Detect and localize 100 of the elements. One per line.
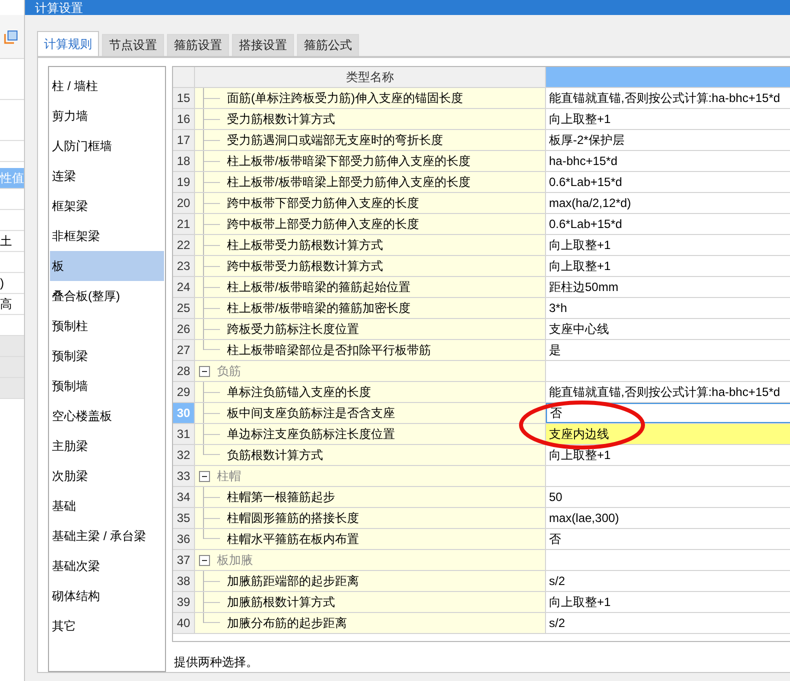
- row-number[interactable]: 20: [173, 193, 195, 213]
- setting-value[interactable]: 向上取整+1: [546, 256, 790, 276]
- setting-name: 板中间支座负筋标注是否含支座: [227, 404, 395, 422]
- setting-value[interactable]: 向上取整+1: [546, 109, 790, 129]
- sidebar-item[interactable]: 非框架梁: [50, 221, 164, 251]
- tab[interactable]: 搭接设置: [232, 34, 294, 56]
- setting-name: 单边标注支座负筋标注长度位置: [227, 426, 395, 442]
- row-number[interactable]: 15: [173, 88, 195, 108]
- tree-line: [203, 403, 223, 423]
- row-number[interactable]: 33: [173, 466, 195, 486]
- setting-value[interactable]: max(ha/2,12*d): [546, 193, 790, 213]
- setting-value[interactable]: 0.6*Lab+15*d: [546, 172, 790, 192]
- setting-name: 跨中板带受力筋根数计算方式: [227, 258, 383, 274]
- row-number[interactable]: 27: [173, 340, 195, 360]
- setting-value[interactable]: 向上取整+1: [546, 592, 790, 612]
- setting-name: 柱上板带暗梁部位是否扣除平行板带筋: [227, 342, 431, 358]
- group-label: 负筋: [217, 362, 241, 380]
- table-cell: 土: [0, 231, 24, 252]
- sidebar-item[interactable]: 连梁: [50, 161, 164, 191]
- row-number[interactable]: 38: [173, 571, 195, 591]
- tree-line: [203, 298, 223, 318]
- setting-value[interactable]: 是: [546, 340, 790, 360]
- row-number[interactable]: 35: [173, 508, 195, 528]
- row-number[interactable]: 17: [173, 130, 195, 150]
- sidebar-item[interactable]: 板: [50, 251, 164, 281]
- tab[interactable]: 箍筋设置: [167, 34, 229, 56]
- row-number[interactable]: 40: [173, 613, 195, 633]
- collapse-icon[interactable]: [199, 470, 210, 482]
- tab[interactable]: 计算规则: [37, 31, 99, 56]
- setting-value[interactable]: 否: [546, 529, 790, 549]
- sidebar-item[interactable]: 剪力墙: [50, 101, 164, 131]
- tab[interactable]: 箍筋公式: [297, 34, 359, 56]
- setting-value[interactable]: 板厚-2*保护层: [546, 130, 790, 150]
- row-number[interactable]: 22: [173, 235, 195, 255]
- group-label: 柱帽: [217, 468, 241, 484]
- row-number[interactable]: 23: [173, 256, 195, 276]
- row-number[interactable]: 34: [173, 487, 195, 507]
- row-number[interactable]: 24: [173, 277, 195, 297]
- row-number[interactable]: 31: [173, 424, 195, 444]
- setting-value[interactable]: 3*h: [546, 298, 790, 318]
- row-number[interactable]: 26: [173, 319, 195, 339]
- group-label: 板加腋: [217, 552, 253, 568]
- column-header: 性值: [0, 168, 24, 189]
- tree-line: [203, 214, 223, 234]
- collapse-icon[interactable]: [199, 366, 210, 376]
- setting-value[interactable]: 否: [546, 403, 790, 423]
- row-number[interactable]: 36: [173, 529, 195, 549]
- table-cell: 高: [0, 294, 24, 315]
- setting-value[interactable]: 向上取整+1: [546, 445, 790, 465]
- setting-value[interactable]: 能直锚就直锚,否则按公式计算:ha-bhc+15*d: [546, 382, 790, 402]
- tree-line: [203, 256, 223, 276]
- setting-value[interactable]: s/2: [546, 613, 790, 633]
- setting-value[interactable]: 向上取整+1: [546, 235, 790, 255]
- sidebar-item[interactable]: 预制墙: [50, 371, 164, 401]
- sidebar-item[interactable]: 空心楼盖板: [50, 401, 164, 431]
- setting-value[interactable]: 0.6*Lab+15*d: [546, 214, 790, 234]
- row-number[interactable]: 19: [173, 172, 195, 192]
- row-number[interactable]: 25: [173, 298, 195, 318]
- row-number[interactable]: 16: [173, 109, 195, 129]
- sidebar-item[interactable]: 框架梁: [50, 191, 164, 221]
- copy-icon[interactable]: [4, 30, 18, 44]
- sidebar-item[interactable]: 次肋梁: [50, 461, 164, 491]
- row-number[interactable]: 32: [173, 445, 195, 465]
- tab[interactable]: 节点设置: [102, 34, 164, 56]
- sidebar-item[interactable]: 其它: [50, 611, 164, 641]
- row-number[interactable]: 18: [173, 151, 195, 171]
- setting-value[interactable]: max(lae,300): [546, 508, 790, 528]
- tree-line: [203, 487, 223, 507]
- sidebar-item[interactable]: 人防门框墙: [50, 131, 164, 161]
- row-number[interactable]: 28: [173, 361, 195, 381]
- setting-name: 跨板受力筋标注长度位置: [227, 320, 359, 338]
- row-number[interactable]: 39: [173, 592, 195, 612]
- sidebar-item[interactable]: 基础次梁: [50, 551, 164, 581]
- sidebar-item[interactable]: 叠合板(整厚): [50, 281, 164, 311]
- sidebar-item[interactable]: 主肋梁: [50, 431, 164, 461]
- setting-name: 跨中板带下部受力筋伸入支座的长度: [227, 194, 419, 212]
- sidebar-item[interactable]: 砌体结构: [50, 581, 164, 611]
- tree-line: [203, 151, 223, 171]
- tree-line: [203, 193, 223, 213]
- row-number[interactable]: 29: [173, 382, 195, 402]
- sidebar-item[interactable]: 基础: [50, 491, 164, 521]
- sidebar-item[interactable]: 基础主梁 / 承台梁: [50, 521, 164, 551]
- setting-value[interactable]: s/2: [546, 571, 790, 591]
- sidebar-item[interactable]: 预制柱: [50, 311, 164, 341]
- row-number[interactable]: 37: [173, 550, 195, 570]
- collapse-icon[interactable]: [199, 554, 210, 566]
- setting-name: 柱上板带/板带暗梁的箍筋加密长度: [227, 300, 410, 316]
- setting-value[interactable]: 支座中心线: [546, 319, 790, 339]
- setting-value[interactable]: 距柱边50mm: [546, 277, 790, 297]
- column-header[interactable]: 类型名称: [195, 67, 546, 87]
- setting-value[interactable]: 支座内边线: [546, 424, 790, 444]
- setting-value[interactable]: 能直锚就直锚,否则按公式计算:ha-bhc+15*d: [546, 88, 790, 108]
- setting-name: 柱帽水平箍筋在板内布置: [227, 530, 359, 548]
- sidebar-item[interactable]: 柱 / 墙柱: [50, 71, 164, 101]
- setting-value[interactable]: 50: [546, 487, 790, 507]
- setting-name: 加腋筋距端部的起步距离: [227, 572, 359, 590]
- tree-line: [203, 382, 223, 402]
- setting-value[interactable]: ha-bhc+15*d: [546, 151, 790, 171]
- sidebar-item[interactable]: 预制梁: [50, 341, 164, 371]
- row-number[interactable]: 21: [173, 214, 195, 234]
